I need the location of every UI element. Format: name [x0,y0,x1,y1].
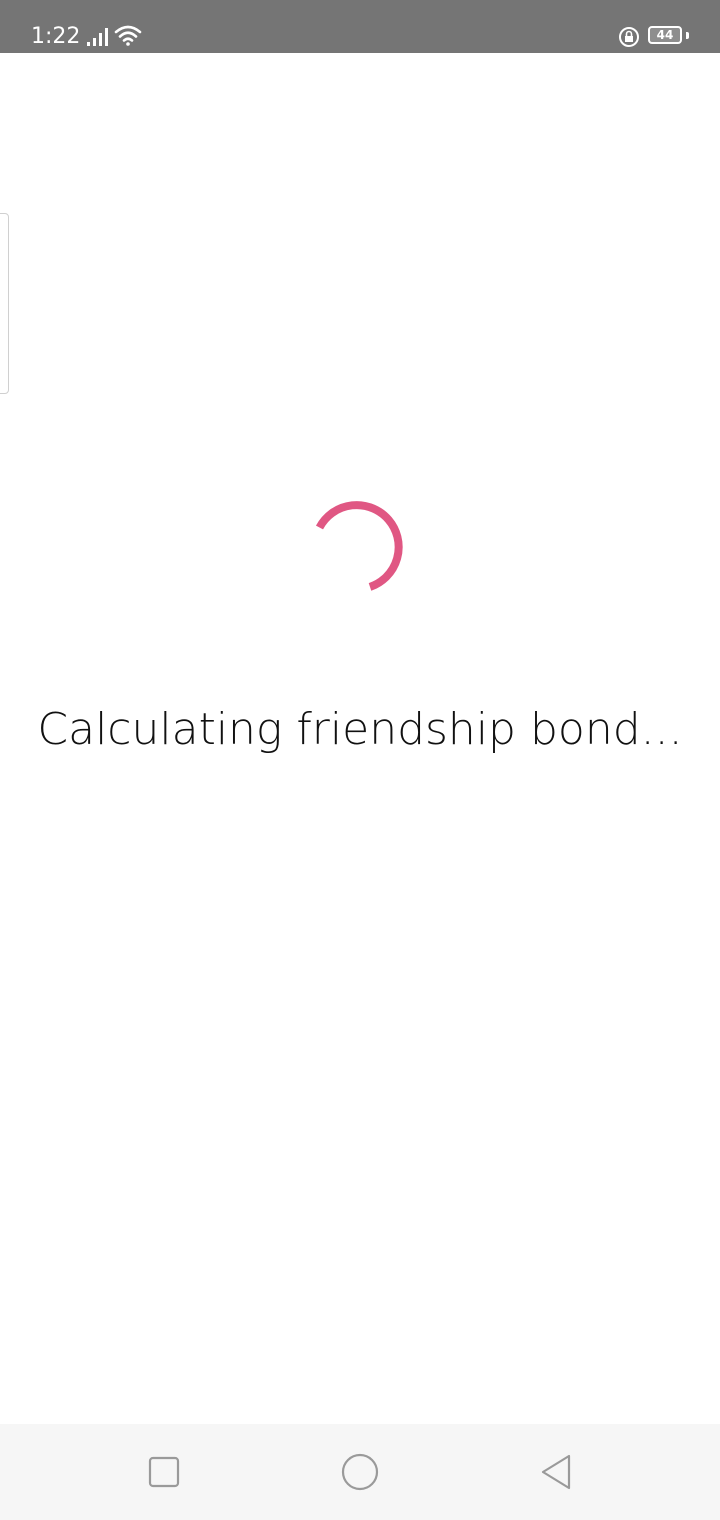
status-time: 1:22 [31,24,81,49]
side-panel-handle[interactable] [0,213,9,394]
battery-level: 44 [656,28,674,42]
back-button[interactable] [526,1444,586,1500]
navigation-bar [0,1424,720,1520]
status-bar: 1:22 44 [0,0,720,53]
battery-nub [686,32,689,39]
signal-icon [87,28,108,46]
home-button[interactable] [330,1444,390,1500]
back-icon [541,1454,571,1490]
recent-apps-button[interactable] [134,1444,194,1500]
rotation-lock-icon [619,27,639,47]
recent-apps-icon [148,1456,180,1488]
loading-message: Calculating friendship bond... [37,704,683,755]
loading-spinner [315,501,403,591]
battery-icon: 44 [648,26,682,44]
home-icon [341,1453,379,1491]
wifi-icon [114,25,142,46]
